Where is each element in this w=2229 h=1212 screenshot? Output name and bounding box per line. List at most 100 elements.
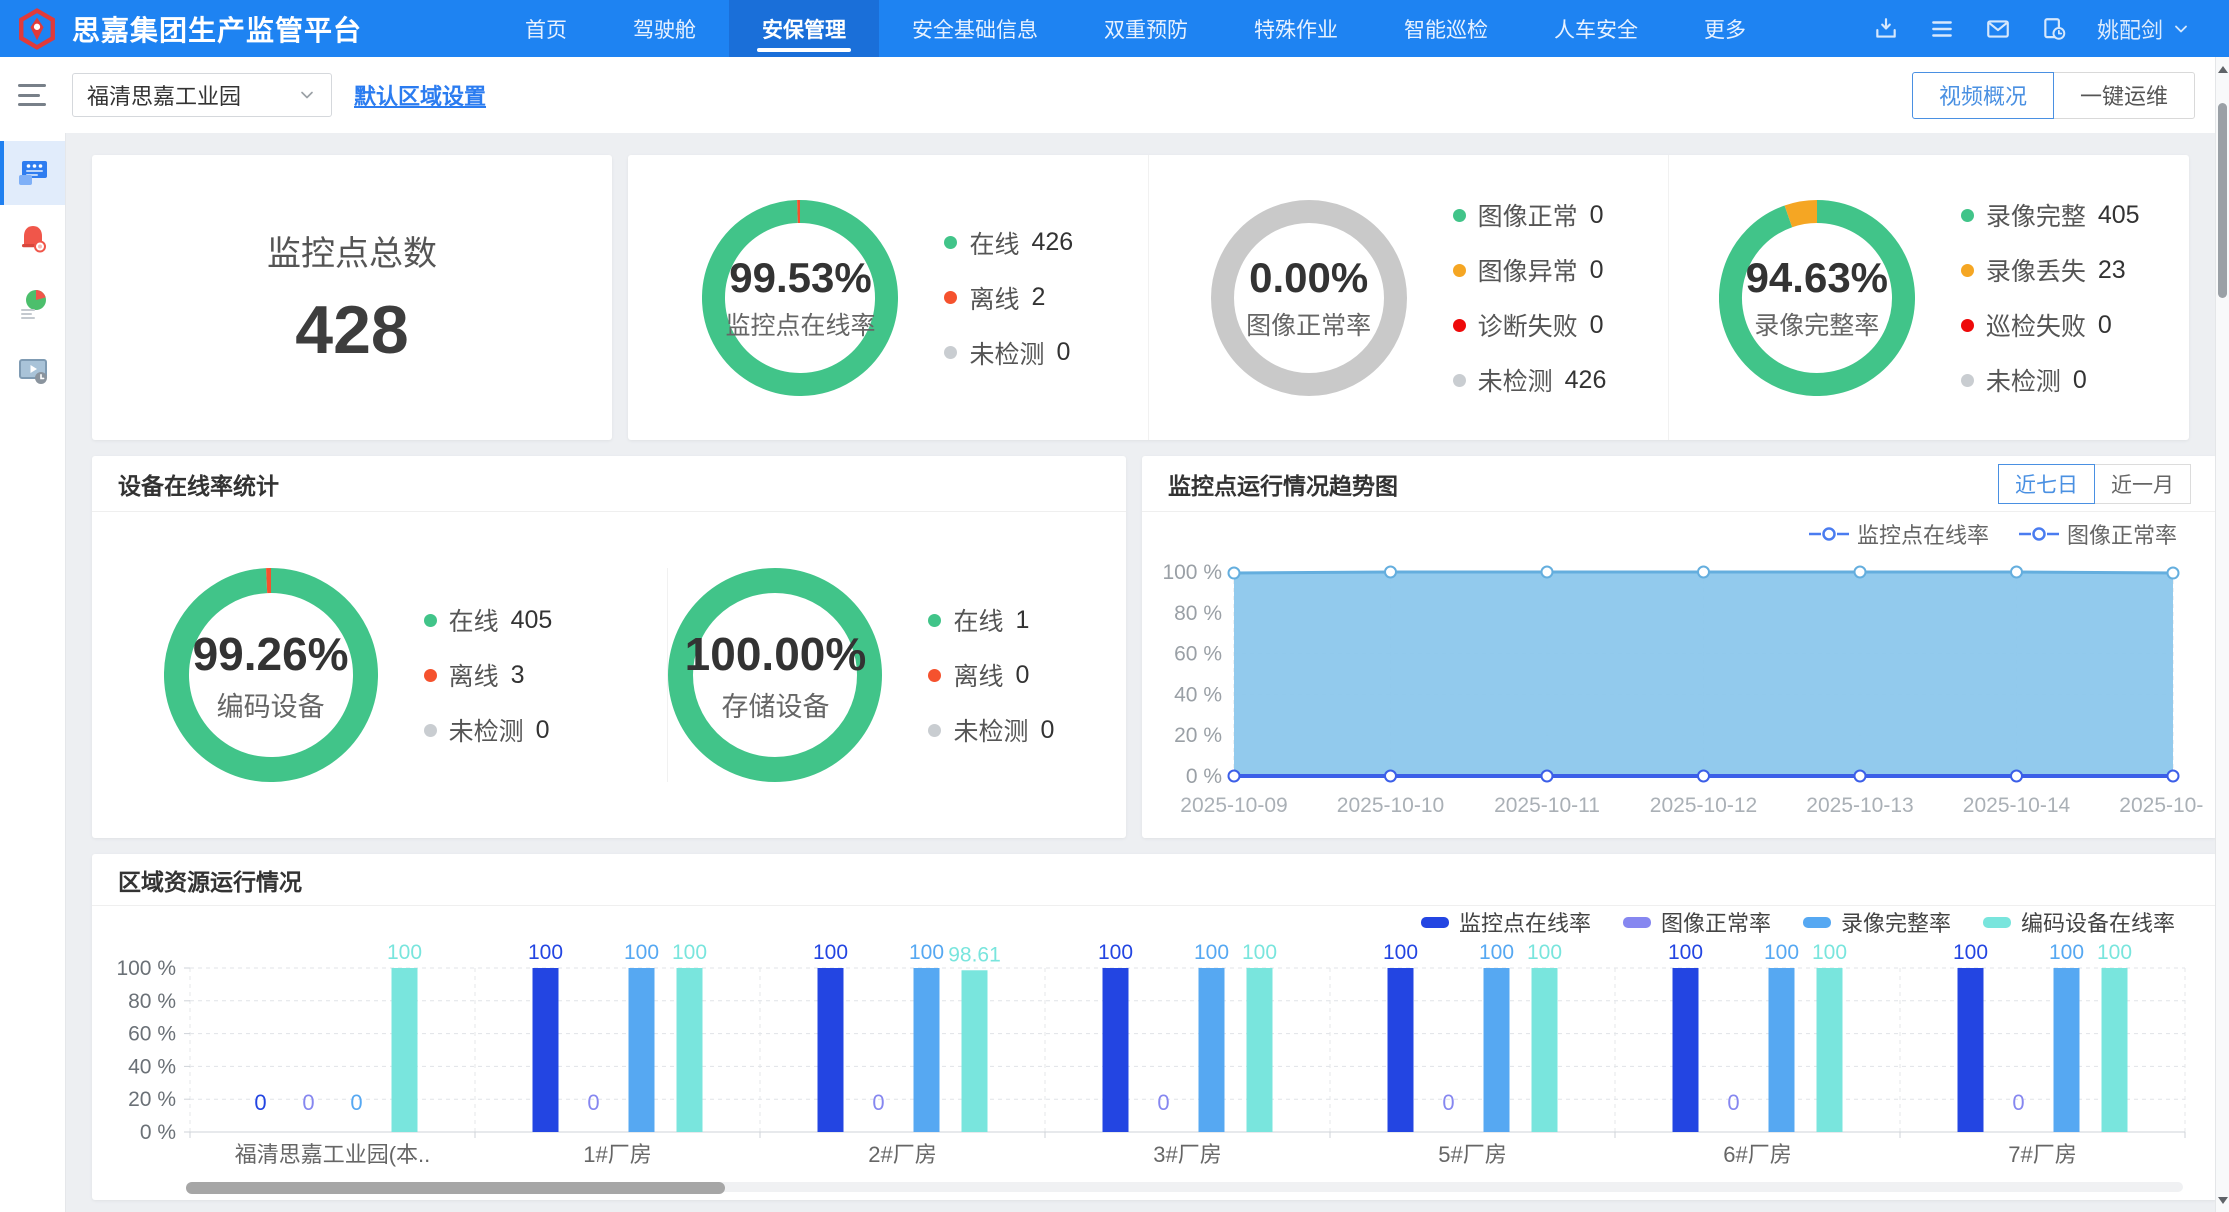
download-icon[interactable]	[1873, 16, 1899, 42]
scroll-up-arrow[interactable]	[2216, 61, 2229, 77]
legend-item: 未检测426	[1453, 362, 1607, 398]
nav-tab-1[interactable]: 驾驶舱	[600, 0, 729, 57]
legend-dot	[424, 614, 437, 627]
legend-item: 未检测0	[928, 712, 1054, 748]
chevron-down-icon	[297, 85, 317, 105]
svg-text:100: 100	[1527, 941, 1562, 964]
legend-value: 0	[1590, 311, 1604, 340]
total-points-value: 428	[295, 291, 408, 369]
donut-percent: 99.26%	[193, 627, 349, 681]
region-select[interactable]: 福清思嘉工业园	[72, 73, 332, 117]
total-points-card: 监控点总数 428	[92, 155, 612, 440]
donut: 100.00%存储设备	[668, 568, 882, 782]
legend-value: 2	[1031, 283, 1045, 312]
vertical-scrollbar-thumb[interactable]	[2218, 103, 2227, 298]
nav-tab-4[interactable]: 双重预防	[1071, 0, 1221, 57]
legend-item: 图像正常0	[1453, 197, 1607, 233]
legend-value: 0	[1590, 201, 1604, 230]
top-actions: 姚配剑	[1873, 13, 2229, 45]
trend-legend-label: 图像正常率	[2067, 518, 2177, 550]
svg-text:0: 0	[2012, 1090, 2024, 1115]
legend-dot	[424, 724, 437, 737]
legend-dot	[1453, 264, 1466, 277]
trend-chart-svg: 0 %20 %40 %60 %80 %100 %2025-10-092025-1…	[1156, 556, 2203, 838]
svg-text:20 %: 20 %	[1174, 724, 1222, 747]
donut-legend: 在线426离线2未检测0	[944, 225, 1073, 371]
scroll-down-arrow[interactable]	[2216, 1192, 2229, 1208]
donut-storage-devices: 100.00%存储设备 在线 1 离线0 未检测0	[667, 568, 1054, 782]
donut: 94.63%录像完整率	[1719, 200, 1915, 396]
legend-value: 0	[1056, 338, 1070, 367]
sidebar-item-monitor-wall[interactable]	[0, 141, 65, 205]
nav-tab-2[interactable]: 安保管理	[729, 0, 879, 57]
svg-text:0: 0	[1727, 1090, 1739, 1115]
region-legend-item[interactable]: 图像正常率	[1623, 906, 1771, 938]
legend-value: 426	[1031, 228, 1073, 257]
nav-tab-7[interactable]: 人车安全	[1521, 0, 1671, 57]
region-chart-svg: 0 %20 %40 %60 %80 %100 %000100福清思嘉工业园(本.…	[106, 938, 2203, 1174]
legend-label: 图像异常	[1478, 252, 1578, 288]
legend-label: 在线	[953, 602, 1003, 638]
legend-item: 离线3	[424, 657, 553, 693]
donut-monitor-online: 99.53%监控点在线率在线426离线2未检测0	[628, 155, 1148, 440]
svg-text:2025-10-13: 2025-10-13	[1806, 794, 1913, 817]
region-title: 区域资源运行情况	[118, 863, 302, 897]
legend-dot	[928, 669, 941, 682]
svg-text:0: 0	[1442, 1090, 1454, 1115]
nav-tab-6[interactable]: 智能巡检	[1371, 0, 1521, 57]
svg-text:2025-10-11: 2025-10-11	[1494, 794, 1600, 817]
trend-legend-item[interactable]: 监控点在线率	[1809, 518, 1989, 550]
legend-item: 未检测0	[424, 712, 553, 748]
menu-lines-icon[interactable]	[1929, 16, 1955, 42]
svg-text:40 %: 40 %	[1174, 683, 1222, 706]
nav-tab-0[interactable]: 首页	[492, 0, 600, 57]
user-menu[interactable]: 姚配剑	[2097, 13, 2191, 45]
donut: 99.26%编码设备	[164, 568, 378, 782]
legend-dot	[928, 724, 941, 737]
range-last-month-button[interactable]: 近一月	[2094, 464, 2191, 504]
legend-label: 录像完整	[1986, 197, 2086, 233]
region-legend-item[interactable]: 编码设备在线率	[1983, 906, 2175, 938]
svg-text:2025-10-10: 2025-10-10	[1337, 794, 1444, 817]
svg-text:7#厂房: 7#厂房	[2008, 1142, 2076, 1167]
legend-value: 1	[1016, 606, 1030, 635]
nav-tab-3[interactable]: 安全基础信息	[879, 0, 1071, 57]
region-legend-item[interactable]: 录像完整率	[1803, 906, 1951, 938]
default-region-link[interactable]: 默认区域设置	[354, 79, 486, 111]
video-overview-button[interactable]: 视频概况	[1912, 72, 2054, 119]
nav-tab-5[interactable]: 特殊作业	[1221, 0, 1371, 57]
mail-icon[interactable]	[1985, 16, 2011, 42]
trend-legend-item[interactable]: 图像正常率	[2019, 518, 2177, 550]
device-online-header: 设备在线率统计	[92, 456, 1126, 512]
legend-label: 未检测	[1986, 362, 2061, 398]
donut-encoder-devices: 99.26%编码设备 在线405 离线3 未检测0	[164, 568, 553, 782]
sidebar-item-playback[interactable]	[0, 339, 65, 403]
legend-value: 0	[1041, 716, 1055, 745]
svg-text:0: 0	[872, 1090, 884, 1115]
monitor-wall-icon	[16, 156, 50, 190]
region-legend-label: 录像完整率	[1841, 906, 1951, 938]
legend-item: 离线0	[928, 657, 1054, 693]
legend-value: 3	[511, 661, 525, 690]
sidebar-item-report[interactable]	[0, 273, 65, 337]
legend-label: 在线	[969, 225, 1019, 261]
nav-tab-8[interactable]: 更多	[1671, 0, 1779, 57]
horizontal-scrollbar[interactable]	[186, 1182, 2183, 1192]
legend-item: 录像丢失23	[1961, 252, 2140, 288]
region-legend-item[interactable]: 监控点在线率	[1421, 906, 1591, 938]
donut-label: 录像完整率	[1754, 306, 1879, 342]
legend-dot	[1961, 374, 1974, 387]
range-last-7-days-button[interactable]: 近七日	[1998, 464, 2095, 504]
legend-item: 在线405	[424, 602, 553, 638]
collapse-menu-icon[interactable]	[18, 84, 46, 106]
donut-legend: 在线405 离线3 未检测0	[424, 602, 553, 748]
pie-report-icon	[16, 288, 50, 322]
legend-value: 0	[2073, 366, 2087, 395]
sidebar-item-alarm[interactable]	[0, 207, 65, 271]
schedule-icon[interactable]	[2041, 16, 2067, 42]
vertical-scrollbar[interactable]	[2215, 57, 2229, 1212]
donut-legend: 图像正常0图像异常0诊断失败0未检测426	[1453, 197, 1607, 398]
device-online-card: 设备在线率统计 99.26%编码设备 在线405 离线3 未检测0 100.00%存储…	[92, 456, 1126, 838]
horizontal-scrollbar-thumb[interactable]	[186, 1182, 725, 1194]
one-key-ops-button[interactable]: 一键运维	[2053, 72, 2195, 119]
